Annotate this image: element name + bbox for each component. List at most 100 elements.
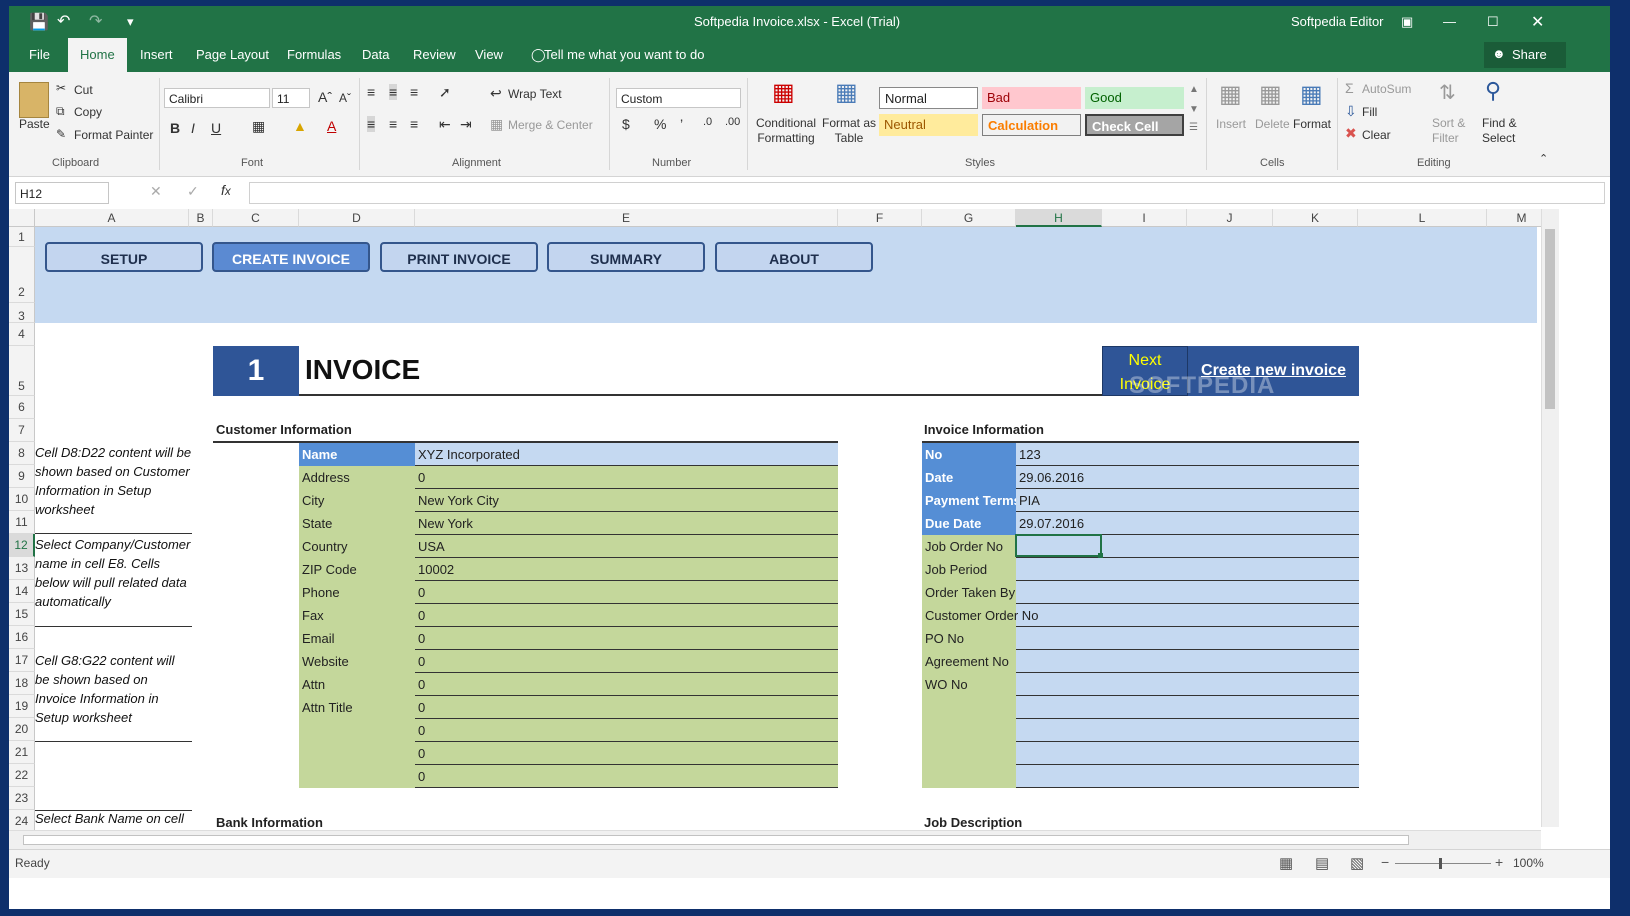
column-header[interactable]: B	[189, 209, 213, 227]
customer-value[interactable]: USA	[415, 535, 838, 558]
zoom-slider-thumb[interactable]	[1439, 858, 1442, 869]
wrap-text-icon[interactable]: ↩	[490, 85, 502, 102]
normal-view-icon[interactable]: ▦	[1279, 854, 1293, 872]
font-name-select[interactable]: Calibri	[164, 88, 270, 108]
paste-icon[interactable]	[19, 82, 49, 118]
confirm-entry-icon[interactable]: ✓	[187, 183, 199, 200]
invoice-value[interactable]	[1016, 696, 1359, 719]
font-color-icon[interactable]: A	[327, 118, 336, 134]
styles-scroll-up-icon[interactable]: ▲	[1189, 84, 1199, 95]
customer-value[interactable]: 0	[415, 466, 838, 489]
tab-data[interactable]: Data	[350, 38, 401, 72]
row-header[interactable]: 12	[9, 534, 35, 557]
column-header[interactable]: I	[1102, 209, 1187, 227]
tab-page-layout[interactable]: Page Layout	[184, 38, 281, 72]
row-header[interactable]: 1	[9, 227, 35, 247]
style-normal[interactable]: Normal	[879, 87, 978, 109]
italic-icon[interactable]: I	[191, 120, 195, 136]
grow-font-icon[interactable]: Aˆ	[318, 89, 332, 105]
invoice-value[interactable]	[1016, 558, 1359, 581]
currency-icon[interactable]: $	[622, 116, 630, 132]
row-header[interactable]: 16	[9, 626, 35, 649]
collapse-ribbon-icon[interactable]: ⌃	[1539, 152, 1548, 165]
percent-icon[interactable]: %	[654, 116, 666, 132]
fill-handle[interactable]	[1098, 553, 1103, 558]
row-header[interactable]: 6	[9, 396, 35, 419]
row-header[interactable]: 17	[9, 649, 35, 672]
column-header[interactable]: E	[415, 209, 838, 227]
comma-icon[interactable]: ’	[680, 116, 683, 132]
horizontal-scroll-thumb[interactable]	[23, 835, 1409, 845]
shrink-font-icon[interactable]: Aˇ	[339, 91, 351, 105]
column-header[interactable]: C	[213, 209, 299, 227]
delete-cells-button[interactable]: Delete	[1255, 117, 1290, 131]
align-left-icon[interactable]: ≡	[367, 116, 376, 132]
row-header[interactable]: 9	[9, 465, 35, 488]
clear-button[interactable]: Clear	[1362, 128, 1391, 142]
invoice-value[interactable]: 123	[1016, 443, 1359, 466]
invoice-value[interactable]: PIA	[1016, 489, 1359, 512]
tab-formulas[interactable]: Formulas	[275, 38, 353, 72]
increase-decimal-icon[interactable]: .0	[703, 116, 712, 128]
style-good[interactable]: Good	[1085, 87, 1184, 109]
format-painter-button[interactable]: Format Painter	[74, 128, 153, 142]
user-name[interactable]: Softpedia Editor	[1291, 14, 1384, 29]
about-button[interactable]: ABOUT	[715, 242, 873, 272]
customer-value[interactable]: 0	[415, 581, 838, 604]
create-invoice-button[interactable]: CREATE INVOICE	[212, 242, 370, 272]
copy-button[interactable]: Copy	[74, 105, 102, 119]
underline-icon[interactable]: U	[211, 120, 221, 136]
invoice-value[interactable]	[1016, 673, 1359, 696]
save-icon[interactable]: 💾	[29, 12, 49, 32]
conditional-formatting-icon[interactable]: ▦	[772, 78, 795, 107]
row-header[interactable]: 3	[9, 303, 35, 323]
row-header[interactable]: 20	[9, 718, 35, 741]
zoom-in-icon[interactable]: +	[1495, 854, 1503, 870]
row-header[interactable]: 10	[9, 488, 35, 511]
row-header[interactable]: 4	[9, 323, 35, 346]
name-box[interactable]: H12	[15, 182, 109, 204]
row-header[interactable]: 21	[9, 741, 35, 764]
sort-filter-icon[interactable]: ⇅	[1439, 80, 1456, 105]
formula-input[interactable]	[249, 182, 1605, 204]
row-header[interactable]: 8	[9, 442, 35, 465]
borders-icon[interactable]: ▦	[252, 118, 265, 135]
fill-icon[interactable]: ⇩	[1345, 103, 1357, 120]
row-header[interactable]: 19	[9, 695, 35, 718]
column-header[interactable]: K	[1273, 209, 1358, 227]
cut-icon[interactable]: ✂	[56, 81, 66, 95]
invoice-value[interactable]	[1016, 650, 1359, 673]
column-header[interactable]: L	[1358, 209, 1487, 227]
tab-home[interactable]: Home	[68, 38, 127, 72]
wrap-text-button[interactable]: Wrap Text	[508, 87, 562, 101]
font-size-select[interactable]: 11	[272, 88, 310, 108]
invoice-value[interactable]: 29.06.2016	[1016, 466, 1359, 489]
number-format-select[interactable]: Custom	[616, 88, 741, 108]
row-header[interactable]: 11	[9, 511, 35, 534]
invoice-value[interactable]	[1016, 719, 1359, 742]
customer-value[interactable]: 0	[415, 742, 838, 765]
column-header[interactable]: F	[838, 209, 922, 227]
share-button[interactable]: ☻ Share	[1484, 42, 1566, 68]
sort-filter-button[interactable]: Sort & Filter	[1432, 116, 1476, 146]
minimize-icon[interactable]: —	[1443, 14, 1456, 29]
column-header[interactable]: G	[922, 209, 1016, 227]
find-select-button[interactable]: Find & Select	[1482, 116, 1526, 146]
summary-button[interactable]: SUMMARY	[547, 242, 705, 272]
increase-indent-icon[interactable]: ⇥	[460, 116, 472, 133]
customer-value[interactable]: 0	[415, 604, 838, 627]
tab-insert[interactable]: Insert	[128, 38, 185, 72]
style-neutral[interactable]: Neutral	[879, 114, 978, 136]
format-as-table-icon[interactable]: ▦	[835, 78, 858, 107]
invoice-value[interactable]	[1016, 742, 1359, 765]
column-header[interactable]: A	[35, 209, 189, 227]
format-as-table-button[interactable]: Format as Table	[821, 116, 877, 146]
invoice-value[interactable]	[1016, 765, 1359, 788]
row-header[interactable]: 22	[9, 764, 35, 787]
insert-cells-icon[interactable]: ▦	[1219, 80, 1242, 109]
customer-value[interactable]: 10002	[415, 558, 838, 581]
row-header[interactable]: 18	[9, 672, 35, 695]
select-all-corner[interactable]	[9, 209, 35, 227]
style-check-cell[interactable]: Check Cell	[1085, 114, 1184, 136]
fill-button[interactable]: Fill	[1362, 105, 1377, 119]
